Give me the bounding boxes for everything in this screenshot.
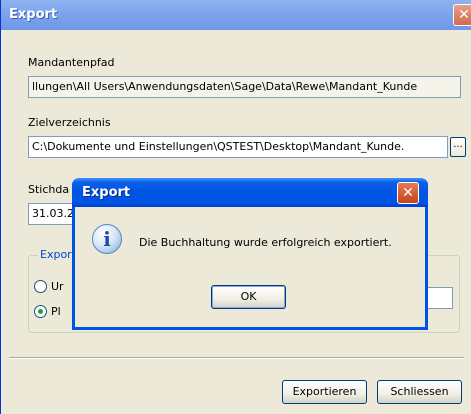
info-icon: i	[92, 224, 122, 254]
stichdatum-label: Stichda	[28, 183, 70, 196]
dialog-message: Die Buchhaltung wurde erfolgreich export…	[139, 236, 392, 249]
dialog-title: Export	[82, 185, 131, 200]
export-button[interactable]: Exportieren	[282, 380, 367, 404]
zielverzeichnis-label: Zielverzeichnis	[28, 116, 111, 129]
radio-option-1-label: Ur	[51, 280, 64, 293]
export-group-legend: Expor	[38, 248, 74, 261]
browse-button[interactable]: ...	[450, 137, 466, 157]
close-button[interactable]: Schliessen	[377, 380, 462, 404]
export-success-dialog: Export ✕ i Die Buchhaltung wurde erfolgr…	[72, 178, 428, 330]
zielverzeichnis-field[interactable]: C:\Dokumente und Einstellungen\QSTEST\De…	[28, 136, 448, 158]
ok-button[interactable]: OK	[211, 285, 286, 309]
window-titlebar[interactable]: Export ✕	[1, 0, 471, 30]
close-icon: ✕	[458, 7, 470, 23]
dialog-close-button[interactable]: ✕	[397, 182, 419, 204]
dialog-titlebar[interactable]: Export ✕	[72, 178, 428, 207]
window-title: Export	[9, 7, 58, 22]
radio-option-2-label: Pl	[51, 305, 61, 318]
mandantenpfad-label: Mandantenpfad	[28, 56, 115, 69]
stichdatum-field[interactable]: 31.03.2	[28, 203, 76, 225]
mandantenpfad-field[interactable]: llungen\All Users\Anwendungsdaten\Sage\D…	[28, 76, 461, 98]
window-close-button[interactable]: ✕	[453, 4, 471, 26]
close-icon: ✕	[402, 185, 414, 201]
bottom-separator	[9, 357, 464, 359]
radio-option-2[interactable]	[34, 305, 47, 318]
radio-option-1[interactable]	[34, 280, 47, 293]
